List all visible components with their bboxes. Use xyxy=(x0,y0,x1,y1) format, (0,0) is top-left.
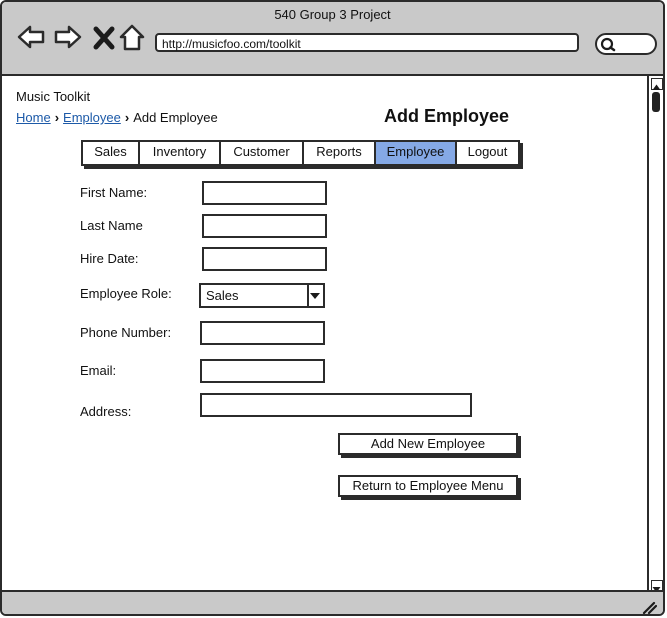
window-title: 540 Group 3 Project xyxy=(274,7,391,22)
tab-employee[interactable]: Employee xyxy=(376,142,457,164)
browser-window: 540 Group 3 Project http://musicfoo.com/… xyxy=(0,0,665,616)
breadcrumb-employee-link[interactable]: Employee xyxy=(63,110,121,125)
vertical-scrollbar[interactable] xyxy=(647,76,663,594)
email-field[interactable] xyxy=(200,359,325,383)
app-name: Music Toolkit xyxy=(16,89,91,104)
back-icon[interactable] xyxy=(16,22,46,52)
last-name-field[interactable] xyxy=(202,214,327,238)
first-name-label: First Name: xyxy=(80,185,148,200)
page-content: Music Toolkit Home › Employee › Add Employee… xyxy=(2,76,645,590)
breadcrumb-home-link[interactable]: Home xyxy=(16,110,51,125)
chevron-down-icon[interactable] xyxy=(307,285,323,306)
tab-logout[interactable]: Logout xyxy=(457,142,518,164)
address-field[interactable] xyxy=(200,393,472,417)
search-icon xyxy=(600,37,616,52)
add-new-employee-button[interactable]: Add New Employee xyxy=(338,433,518,455)
employee-role-label: Employee Role: xyxy=(80,286,172,301)
chevron-right-icon: › xyxy=(124,110,130,125)
chevron-right-icon: › xyxy=(54,110,60,125)
first-name-field[interactable] xyxy=(202,181,327,205)
tab-customer[interactable]: Customer xyxy=(221,142,304,164)
hire-date-label: Hire Date: xyxy=(80,251,139,266)
address-bar[interactable]: http://musicfoo.com/toolkit xyxy=(155,33,579,52)
tab-inventory[interactable]: Inventory xyxy=(140,142,221,164)
scroll-thumb[interactable] xyxy=(652,92,660,112)
resize-grip-icon[interactable] xyxy=(641,600,657,614)
forward-icon[interactable] xyxy=(53,22,83,52)
employee-role-value: Sales xyxy=(206,288,239,303)
email-label: Email: xyxy=(80,363,117,378)
employee-role-select[interactable]: Sales xyxy=(199,283,325,308)
breadcrumb-current: Add Employee xyxy=(133,110,218,125)
stop-icon[interactable] xyxy=(90,22,120,52)
tab-reports[interactable]: Reports xyxy=(304,142,376,164)
address-label: Address: xyxy=(80,404,132,419)
phone-number-label: Phone Number: xyxy=(80,325,172,340)
tab-sales[interactable]: Sales xyxy=(83,142,140,164)
phone-number-field[interactable] xyxy=(200,321,325,345)
return-to-employee-menu-button[interactable]: Return to Employee Menu xyxy=(338,475,518,497)
url-text: http://musicfoo.com/toolkit xyxy=(162,37,301,51)
hire-date-field[interactable] xyxy=(202,247,327,271)
breadcrumb: Home › Employee › Add Employee xyxy=(16,110,218,125)
main-tabs: Sales Inventory Customer Reports Employe… xyxy=(81,140,520,166)
scroll-up-icon[interactable] xyxy=(651,78,663,90)
page-title: Add Employee xyxy=(384,106,510,126)
title-bar: 540 Group 3 Project http://musicfoo.com/… xyxy=(2,2,663,76)
home-icon[interactable] xyxy=(118,22,148,52)
last-name-label: Last Name xyxy=(80,218,143,233)
status-bar xyxy=(2,590,663,614)
search-field[interactable] xyxy=(595,33,657,55)
